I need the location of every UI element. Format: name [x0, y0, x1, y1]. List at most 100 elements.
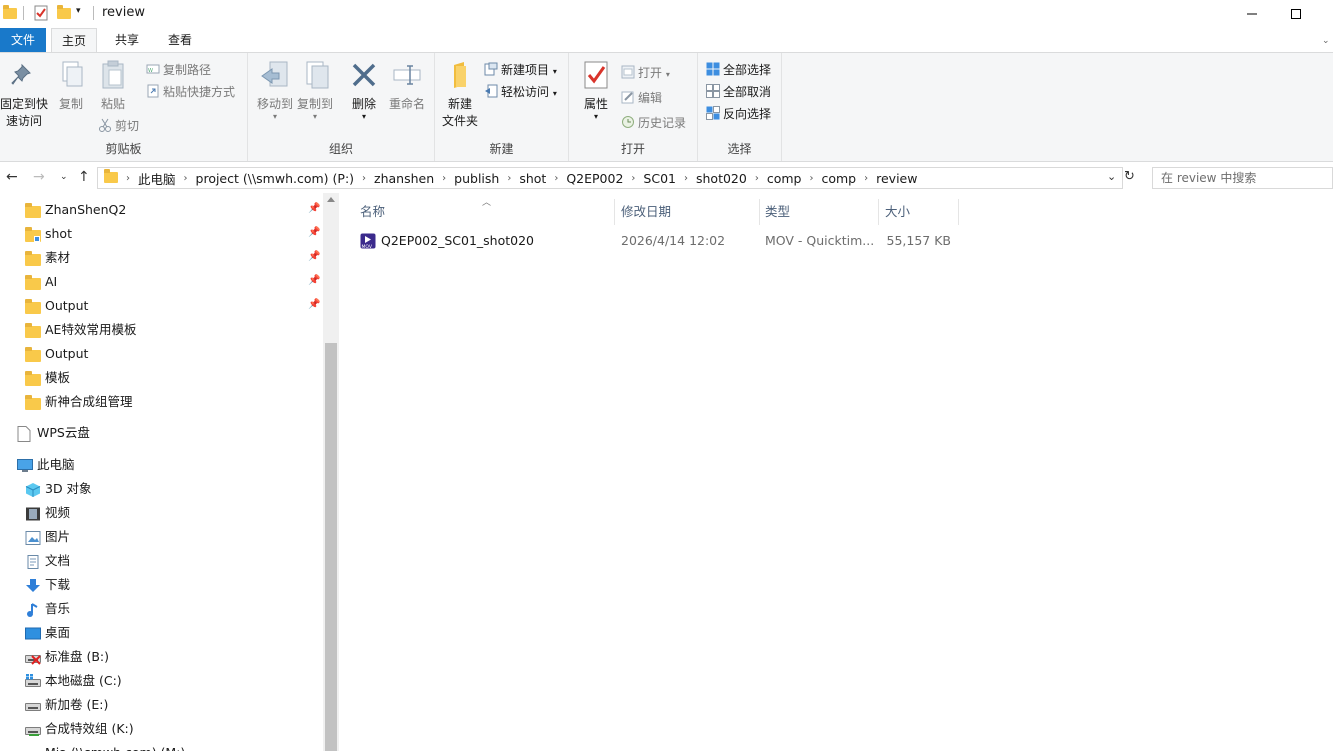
dropdown-arrow-icon: ▾: [272, 112, 277, 121]
new-item-label: 新建项目: [501, 63, 550, 77]
copy-path-icon: W: [146, 62, 160, 76]
move-to-button[interactable]: 移动到 ▾: [252, 59, 298, 121]
customize-quick-access-icon[interactable]: ▾: [76, 6, 81, 16]
breadcrumb-chevron-icon[interactable]: ›: [503, 173, 515, 184]
tab-view[interactable]: 查看: [157, 28, 203, 52]
properties-quick-icon[interactable]: [34, 5, 48, 24]
folder-icon: [25, 299, 41, 314]
tab-home[interactable]: 主页: [51, 28, 97, 53]
tab-file[interactable]: 文件: [0, 28, 46, 52]
column-header-date[interactable]: 修改日期: [621, 199, 671, 225]
invert-selection-button[interactable]: 反向选择: [706, 104, 771, 124]
column-header-type[interactable]: 类型: [765, 199, 790, 225]
nav-item-label: 此电脑: [37, 457, 75, 472]
breadcrumb-chevron-icon[interactable]: ›: [122, 173, 134, 184]
breadcrumb-chevron-icon[interactable]: ›: [180, 173, 192, 184]
breadcrumb-chevron-icon[interactable]: ›: [751, 173, 763, 184]
nav-scrollbar[interactable]: [323, 193, 339, 751]
nav-item-label: Output: [45, 298, 89, 313]
open-button[interactable]: 打开 ▾: [621, 63, 670, 83]
navigation-pane: ZhanShenQ2 📌 shot 📌 素材 📌 AI 📌 Output 📌 AE特效常用模板 Out…: [0, 193, 339, 751]
breadcrumb-chevron-icon[interactable]: ›: [358, 173, 370, 184]
paste-shortcut-button[interactable]: 粘贴快捷方式: [146, 82, 235, 102]
breadcrumb-item[interactable]: shot: [515, 171, 550, 186]
breadcrumb-item[interactable]: comp: [763, 171, 806, 186]
copy-path-button[interactable]: W 复制路径: [146, 60, 211, 80]
breadcrumb-item[interactable]: publish: [450, 171, 503, 186]
desktop-icon: [25, 626, 41, 640]
computer-icon: [17, 458, 33, 472]
rename-button[interactable]: 重命名: [385, 59, 429, 112]
breadcrumb-item[interactable]: Q2EP002: [562, 171, 627, 186]
copy-to-icon: [299, 59, 331, 91]
group-clipboard: 固定到快 速访问 复制 粘贴 W 复制路径 粘贴快捷方式 剪切 剪贴板: [0, 53, 248, 161]
select-all-icon: [706, 62, 720, 76]
pin-quick-access-button[interactable]: 固定到快 速访问: [0, 59, 48, 129]
breadcrumb-item[interactable]: 此电脑: [134, 169, 180, 188]
breadcrumb-item[interactable]: zhanshen: [370, 171, 438, 186]
nav-item-label: 文档: [45, 553, 71, 568]
breadcrumb-chevron-icon[interactable]: ›: [805, 173, 817, 184]
pin-label-2: 速访问: [5, 114, 42, 128]
minimize-button[interactable]: [1229, 0, 1275, 28]
network-drive-icon: [25, 746, 41, 751]
breadcrumb-item[interactable]: SC01: [639, 171, 680, 186]
file-type: MOV - Quicktim...: [765, 233, 873, 248]
breadcrumb-item[interactable]: comp: [817, 171, 860, 186]
new-folder-quick-icon[interactable]: [57, 5, 71, 19]
easy-access-button[interactable]: 轻松访问 ▾: [484, 82, 557, 102]
breadcrumb-item[interactable]: review: [872, 171, 921, 186]
forward-arrow-icon[interactable]: →: [33, 169, 45, 185]
paste-shortcut-label: 粘贴快捷方式: [163, 85, 236, 99]
breadcrumb-chevron-icon[interactable]: ›: [680, 173, 692, 184]
select-all-button[interactable]: 全部选择: [706, 60, 771, 80]
group-label-clipboard: 剪贴板: [105, 142, 142, 156]
new-item-button[interactable]: 新建项目 ▾: [484, 60, 557, 80]
scrollbar-thumb[interactable]: [325, 343, 337, 751]
column-header-size[interactable]: 大小: [885, 199, 910, 225]
edit-pencil-icon: [621, 90, 635, 104]
folder-icon: [25, 323, 41, 338]
maximize-button[interactable]: [1273, 0, 1319, 28]
tab-share[interactable]: 共享: [104, 28, 150, 52]
scroll-up-icon[interactable]: [327, 197, 335, 202]
select-none-button[interactable]: 全部取消: [706, 82, 771, 102]
up-arrow-icon[interactable]: ↑: [78, 169, 90, 185]
paste-shortcut-icon: [146, 84, 160, 98]
search-input[interactable]: [1153, 168, 1323, 188]
address-bar[interactable]: › 此电脑 › project (\\smwh.com) (P:) › zhanshen ›…: [97, 167, 1123, 189]
edit-button[interactable]: 编辑: [621, 88, 662, 108]
breadcrumb-chevron-icon[interactable]: ›: [860, 173, 872, 184]
breadcrumb-chevron-icon[interactable]: ›: [627, 173, 639, 184]
new-folder-label-2: 文件夹: [441, 114, 478, 128]
breadcrumb-item[interactable]: shot020: [692, 171, 751, 186]
file-name: Q2EP002_SC01_shot020: [381, 233, 534, 248]
new-folder-button[interactable]: 新建 文件夹: [437, 59, 483, 129]
breadcrumb-chevron-icon[interactable]: ›: [550, 173, 562, 184]
search-box: [1152, 167, 1333, 189]
breadcrumb-chevron-icon[interactable]: ›: [438, 173, 450, 184]
cut-button[interactable]: 剪切: [98, 116, 139, 136]
properties-button[interactable]: 属性 ▾: [577, 59, 615, 121]
recent-locations-chevron-icon[interactable]: ⌄: [60, 172, 68, 182]
history-button[interactable]: 历史记录: [621, 113, 686, 133]
copy-to-button[interactable]: 复制到 ▾: [293, 59, 337, 121]
delete-button[interactable]: 删除 ▾: [346, 59, 382, 121]
back-arrow-icon[interactable]: ←: [6, 169, 18, 185]
file-row[interactable]: MOV Q2EP002_SC01_shot020 2026/4/14 12:02…: [357, 229, 1297, 253]
expand-ribbon-icon[interactable]: ⌄: [1322, 36, 1330, 46]
column-divider: [958, 199, 959, 225]
folder-icon: [25, 371, 41, 386]
column-header-name[interactable]: 名称: [360, 199, 385, 225]
pin-icon: 📌: [308, 251, 321, 262]
address-dropdown-icon[interactable]: ⌄: [1107, 170, 1116, 183]
paste-button[interactable]: 粘贴: [94, 59, 132, 112]
copy-button[interactable]: 复制: [52, 59, 90, 112]
music-icon: [25, 602, 41, 617]
nav-item-label: AI: [45, 274, 58, 289]
pin-icon: 📌: [308, 203, 321, 214]
group-new: 新建 文件夹 新建项目 ▾ 轻松访问 ▾ 新建: [435, 53, 569, 161]
breadcrumb-item[interactable]: project (\\smwh.com) (P:): [192, 171, 359, 186]
picture-icon: [25, 530, 41, 545]
refresh-icon[interactable]: ↻: [1124, 169, 1135, 184]
